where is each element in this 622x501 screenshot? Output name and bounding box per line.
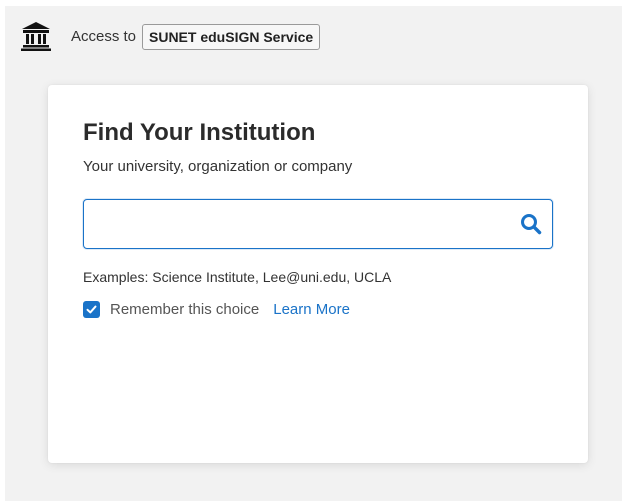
- institution-search-card: Find Your Institution Your university, o…: [48, 85, 588, 463]
- access-label: Access to: [71, 28, 137, 45]
- remember-checkbox[interactable]: [83, 300, 100, 318]
- checkmark-icon: [86, 304, 97, 315]
- service-name-badge: SUNET eduSIGN Service: [142, 24, 321, 50]
- remember-choice-label: Remember this choice: [110, 300, 260, 318]
- search-box: [83, 199, 553, 249]
- search-icon[interactable]: [520, 213, 542, 235]
- search-input[interactable]: [84, 200, 504, 247]
- search-examples: Examples: Science Institute, Lee@uni.edu…: [83, 269, 392, 285]
- page-subtitle: Your university, organization or company: [83, 158, 353, 175]
- page-background: Access to SUNET eduSIGN Service Find You…: [5, 6, 622, 501]
- header: Access to SUNET eduSIGN Service: [5, 6, 622, 68]
- page-title: Find Your Institution: [83, 119, 316, 146]
- remember-choice-row: Remember this choice Learn More: [83, 299, 350, 319]
- learn-more-link[interactable]: Learn More: [273, 301, 350, 318]
- institution-icon: [20, 20, 52, 52]
